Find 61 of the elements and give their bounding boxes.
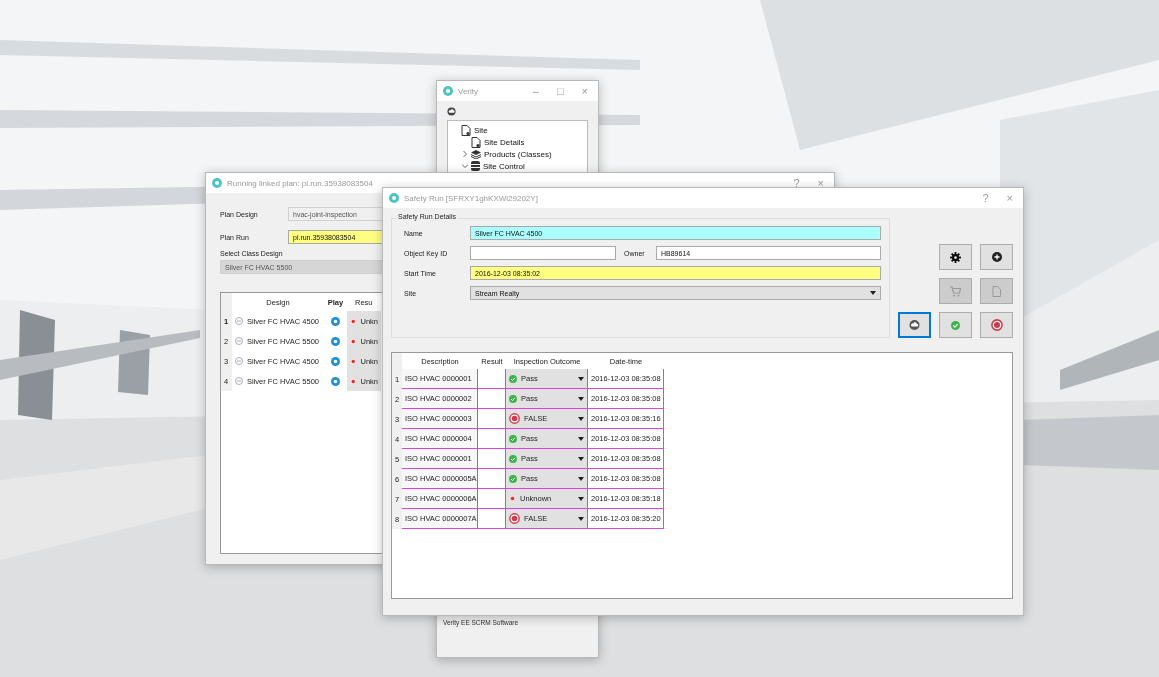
dropdown-arrow-icon: [578, 516, 584, 521]
dropdown-arrow-icon: [578, 396, 584, 401]
cloud-icon: [909, 320, 920, 330]
dropdown-arrow-icon: [578, 496, 584, 501]
dropdown-arrow-icon: [578, 436, 584, 441]
document-icon: [992, 285, 1001, 297]
table-cell: [478, 449, 506, 469]
dropdown-arrow-icon: [578, 456, 584, 461]
dropdown-arrow-icon: [870, 291, 876, 295]
chevron-down-icon[interactable]: [462, 163, 468, 169]
cart-icon: [950, 285, 961, 297]
toolbar-button[interactable]: [980, 244, 1013, 270]
dropdown-arrow-icon: [578, 476, 584, 481]
corner-header: [392, 353, 402, 369]
dot-icon: [350, 357, 357, 365]
layers-icon: [471, 149, 481, 159]
table-cell: [478, 469, 506, 489]
check-circle-icon: [509, 434, 517, 443]
check-circle-icon: [509, 394, 517, 403]
record-icon: [509, 413, 520, 424]
dropdown-arrow-icon: [578, 416, 584, 421]
window-title: Verity: [458, 86, 478, 96]
record-icon: [990, 319, 1003, 331]
settings-icon: [950, 251, 961, 263]
document-icon: [471, 136, 481, 148]
minus-circle-icon: [235, 377, 243, 385]
minus-circle-icon: [235, 337, 243, 345]
check-circle-icon: [509, 374, 517, 383]
table-cell: [478, 509, 506, 529]
input-field[interactable]: [470, 246, 616, 260]
record-icon: [509, 513, 520, 524]
check-circle-icon: [509, 474, 517, 483]
check-circle-icon: [951, 320, 960, 330]
check-circle-icon: [509, 454, 517, 463]
tree-item[interactable]: Site Details: [484, 137, 525, 147]
dot-icon: [350, 317, 357, 325]
window-title: Running linked plan: pl.run.35938083504: [227, 178, 373, 188]
app-logo-icon: [212, 178, 222, 188]
chevron-right-icon[interactable]: [462, 151, 468, 157]
document-icon: [461, 124, 471, 136]
window-title: Safety Run [SFRXY1ghKXWi29202Y]: [404, 193, 538, 203]
table-cell: [478, 389, 506, 409]
cloud-icon[interactable]: [447, 107, 456, 116]
dot-icon: [350, 337, 357, 345]
minus-circle-icon: [235, 317, 243, 325]
toolbar-button[interactable]: [939, 244, 972, 270]
app-logo-icon: [443, 86, 453, 96]
table-cell: [478, 429, 506, 449]
add-icon: [991, 252, 1002, 262]
tree-item[interactable]: Site: [474, 125, 488, 135]
app-logo-icon: [389, 193, 399, 203]
minus-circle-icon: [235, 357, 243, 365]
table-cell: [478, 409, 506, 429]
tree-item[interactable]: Products (Classes): [484, 149, 552, 159]
corner-header: [221, 293, 232, 311]
database-icon: [471, 161, 480, 171]
dot-icon: [350, 377, 357, 385]
dropdown-arrow-icon: [578, 376, 584, 381]
table-cell: [478, 489, 506, 509]
dot-icon: [509, 495, 516, 502]
tree-item[interactable]: Site Control: [483, 161, 525, 171]
